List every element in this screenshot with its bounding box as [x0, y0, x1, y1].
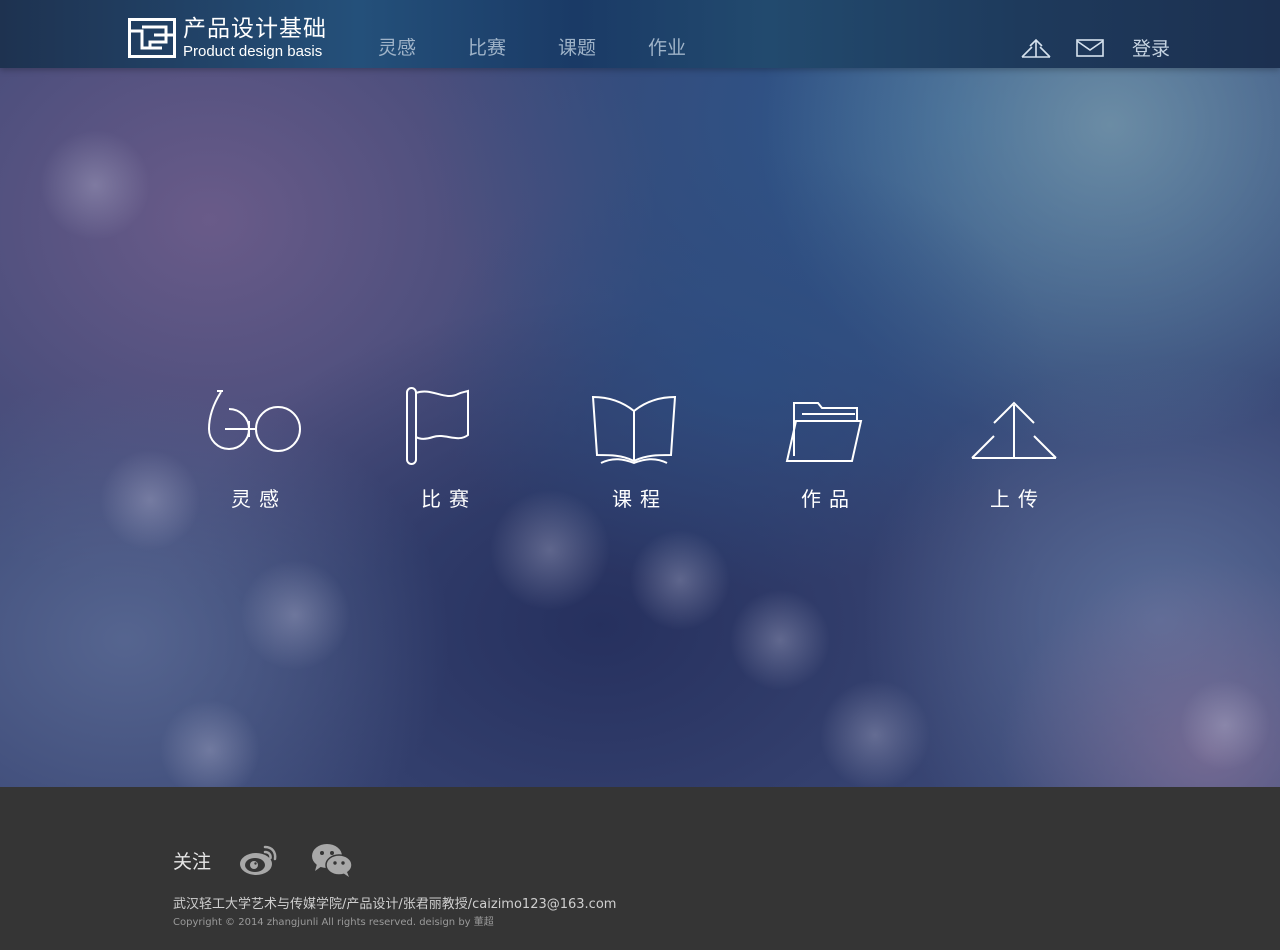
- nav-item-topics[interactable]: 课题: [558, 33, 596, 60]
- folder-icon: [785, 402, 863, 462]
- top-header: 产品设计基础 Product design basis 灵感 比赛 课题 作业 …: [0, 0, 1280, 68]
- wechat-icon[interactable]: [311, 842, 353, 878]
- upload-arrow-icon: [971, 401, 1057, 459]
- main-nav: 灵感 比赛 课题 作业: [378, 33, 738, 60]
- bokeh-light: [40, 130, 150, 240]
- category-label: 比赛: [421, 487, 477, 511]
- category-contest[interactable]: 比赛: [375, 385, 515, 512]
- nav-item-homework[interactable]: 作业: [648, 33, 686, 60]
- category-label: 作品: [801, 487, 857, 511]
- follow-row: 关注: [173, 842, 353, 878]
- maze-square-logo-icon: [128, 18, 176, 58]
- category-label: 灵感: [231, 487, 287, 511]
- bokeh-light: [730, 590, 830, 690]
- category-works[interactable]: 作品: [755, 385, 895, 512]
- category-label: 课程: [612, 487, 668, 511]
- footer-copyright: Copyright © 2014 zhangjunli All rights r…: [173, 917, 494, 928]
- bokeh-light: [1180, 680, 1270, 770]
- category-course[interactable]: 课程: [566, 385, 706, 512]
- nav-item-contest[interactable]: 比赛: [468, 33, 506, 60]
- logo-title-en: Product design basis: [183, 42, 323, 60]
- upload-arrow-icon[interactable]: [1020, 37, 1052, 59]
- glasses-icon: [207, 390, 301, 452]
- site-logo[interactable]: 产品设计基础 Product design basis: [128, 15, 327, 60]
- mail-icon[interactable]: [1076, 38, 1104, 58]
- category-grid: 灵感 比赛 课程 作品 上传: [0, 385, 1280, 525]
- open-book-icon: [591, 395, 677, 465]
- bokeh-light: [240, 560, 350, 670]
- bokeh-light: [820, 680, 930, 787]
- logo-title-cn: 产品设计基础: [183, 15, 327, 42]
- logo-text: 产品设计基础 Product design basis: [183, 15, 327, 60]
- login-link[interactable]: 登录: [1132, 34, 1170, 61]
- weibo-icon[interactable]: [239, 843, 279, 877]
- nav-item-inspiration[interactable]: 灵感: [378, 33, 416, 60]
- category-upload[interactable]: 上传: [944, 385, 1084, 512]
- footer: 关注 武汉轻工大学艺术与传媒学院/产品设计/张君丽教授/caizimo123@1…: [0, 787, 1280, 950]
- follow-label: 关注: [173, 850, 212, 873]
- category-inspiration[interactable]: 灵感: [185, 385, 325, 512]
- header-actions: 登录: [1020, 34, 1170, 61]
- category-label: 上传: [990, 487, 1046, 511]
- bokeh-light: [630, 530, 730, 630]
- flag-icon: [406, 387, 469, 465]
- footer-contact-info: 武汉轻工大学艺术与传媒学院/产品设计/张君丽教授/caizimo123@163.…: [173, 897, 617, 912]
